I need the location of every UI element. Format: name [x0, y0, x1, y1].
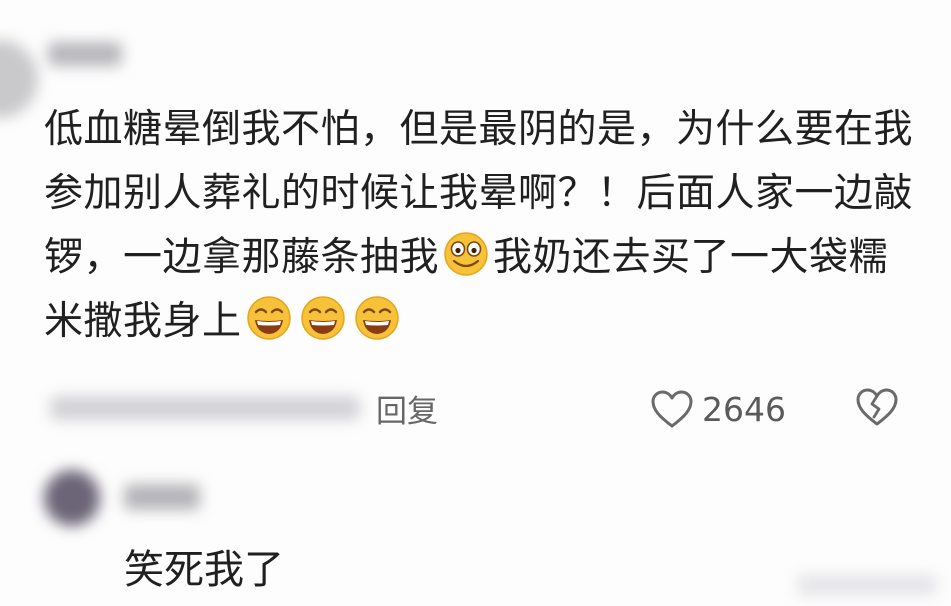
reply-username[interactable] — [124, 484, 200, 510]
watermark — [797, 574, 937, 596]
grin-emoji-icon — [300, 296, 345, 340]
like-count: 2646 — [702, 389, 786, 429]
grin-emoji-icon — [246, 296, 291, 340]
avatar[interactable] — [0, 40, 38, 118]
heart-outline-icon — [651, 390, 693, 428]
comment-text: 低血糖晕倒我不怕，但是最阴的是，为什么要在我参加别人葬礼的时候让我晕啊？！后面人… — [44, 98, 924, 354]
comment-meta — [50, 396, 360, 420]
broken-heart-icon — [856, 388, 898, 426]
reply-button[interactable]: 回复 — [376, 386, 438, 431]
comment-actions: 回复 2646 — [40, 380, 920, 436]
username[interactable] — [48, 42, 122, 66]
like-button[interactable]: 2646 — [650, 386, 786, 432]
dislike-button[interactable] — [854, 386, 900, 432]
reply-text: 笑死我了 — [124, 547, 284, 593]
reply-avatar[interactable] — [44, 470, 100, 526]
smile-emoji-icon — [444, 232, 488, 276]
grin-emoji-icon — [354, 296, 399, 340]
